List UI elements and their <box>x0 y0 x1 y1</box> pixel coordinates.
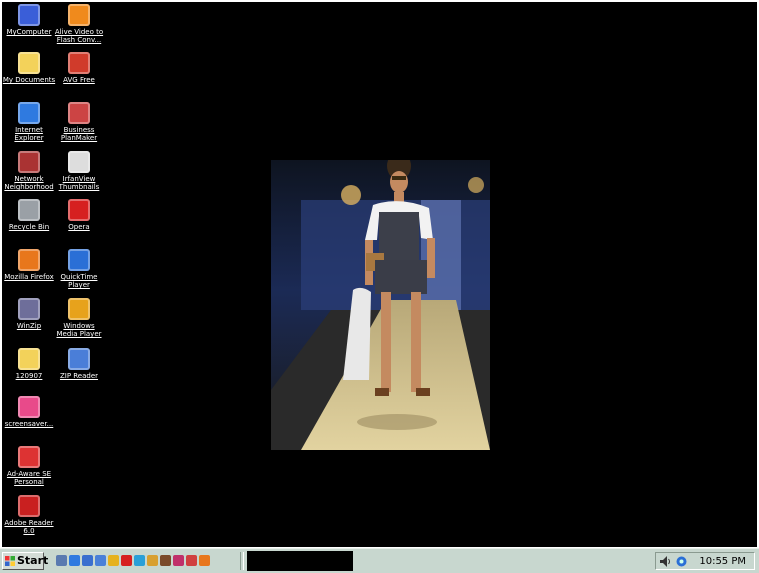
taskbar: Start 10:55 PM <box>0 548 759 573</box>
desktop-icon[interactable]: QuickTime Player <box>52 249 106 289</box>
desktop-icon-label: Mozilla Firefox <box>4 273 54 281</box>
desktop-icon[interactable]: Adobe Reader 6.0 <box>2 495 56 535</box>
screensaver-icon <box>18 396 40 418</box>
start-button[interactable]: Start <box>2 552 48 570</box>
clock[interactable]: 10:55 PM <box>699 556 746 567</box>
folder-icon <box>18 348 40 370</box>
desktop-icon[interactable]: 120907 <box>2 348 56 380</box>
flash-converter-icon <box>68 4 90 26</box>
desktop-icon-label: WinZip <box>16 322 42 330</box>
folder-icon[interactable] <box>147 555 158 566</box>
desktop-icon[interactable]: Windows Media Player <box>52 298 106 338</box>
desktop-icon[interactable]: AVG Free <box>52 52 106 84</box>
desktop-icon[interactable]: Opera <box>52 199 106 231</box>
desktop-icon-label: Ad-Aware SE Personal <box>6 470 52 486</box>
desktop-icon-label: My Documents <box>2 76 56 84</box>
desktop-icon[interactable]: WinZip <box>2 298 56 330</box>
screen: MyComputer Alive Video to Flash Conv... My… <box>0 0 759 573</box>
desktop-icon-label: screensaver... <box>4 420 54 428</box>
outlook-icon[interactable] <box>82 555 93 566</box>
desktop-icon[interactable]: Mozilla Firefox <box>2 249 56 281</box>
folder-icon <box>18 52 40 74</box>
start-label: Start <box>17 554 49 567</box>
desktop-icon-label: Network Neighborhood <box>4 175 54 191</box>
desktop-icon[interactable]: Alive Video to Flash Conv... <box>52 4 106 44</box>
recycle-bin-icon <box>18 199 40 221</box>
adaware-icon <box>18 446 40 468</box>
quicktime-icon <box>68 249 90 271</box>
desktop-icon[interactable]: Ad-Aware SE Personal <box>2 446 56 486</box>
taskbar-window-button[interactable] <box>247 551 353 571</box>
desktop-icon-label: Business PlanMaker <box>60 126 98 142</box>
irfanview-icon <box>68 151 90 173</box>
taskbar-separator <box>240 552 244 570</box>
planmaker-icon <box>68 102 90 124</box>
firefox-icon <box>18 249 40 271</box>
opera-icon[interactable] <box>121 555 132 566</box>
desktop-icon[interactable]: Recycle Bin <box>2 199 56 231</box>
volume-icon[interactable] <box>660 556 672 567</box>
network-status-icon[interactable] <box>675 556 688 567</box>
avg-icon <box>68 52 90 74</box>
windows-flag-icon <box>5 556 15 566</box>
network-icon[interactable] <box>134 555 145 566</box>
desktop-icon[interactable]: screensaver... <box>2 396 56 428</box>
show-desktop-icon[interactable] <box>56 555 67 566</box>
wallpaper-runway-photo <box>271 160 490 450</box>
chrome-icon[interactable] <box>108 555 119 566</box>
desktop-icon[interactable]: IrfanView Thumbnails <box>52 151 106 191</box>
desktop-icon[interactable]: Business PlanMaker <box>52 102 106 142</box>
desktop[interactable]: MyComputer Alive Video to Flash Conv... My… <box>2 2 757 547</box>
desktop-icon-label: Internet Explorer <box>14 126 44 142</box>
network-icon <box>18 151 40 173</box>
desktop-icon-label: ZIP Reader <box>59 372 99 380</box>
desktop-icon-label: QuickTime Player <box>60 273 98 289</box>
arrow-icon[interactable] <box>186 555 197 566</box>
firefox-icon[interactable] <box>199 555 210 566</box>
winzip-icon <box>18 298 40 320</box>
record-icon[interactable] <box>173 555 184 566</box>
desktop-icon-label: Opera <box>68 223 90 231</box>
desktop-icon-label: Alive Video to Flash Conv... <box>54 28 104 44</box>
desktop-icon[interactable]: MyComputer <box>2 4 56 36</box>
irfanview-icon[interactable] <box>160 555 171 566</box>
desktop-icon-label: IrfanView Thumbnails <box>58 175 100 191</box>
media-icon[interactable] <box>95 555 106 566</box>
internet-explorer-icon[interactable] <box>69 555 80 566</box>
media-player-icon <box>68 298 90 320</box>
desktop-icon[interactable]: Network Neighborhood <box>2 151 56 191</box>
desktop-icon-label: 120907 <box>15 372 43 380</box>
desktop-icon-label: Windows Media Player <box>56 322 102 338</box>
opera-icon <box>68 199 90 221</box>
my-computer-icon <box>18 4 40 26</box>
desktop-icon-label: Adobe Reader 6.0 <box>4 519 54 535</box>
desktop-icon[interactable]: Internet Explorer <box>2 102 56 142</box>
internet-explorer-icon <box>18 102 40 124</box>
desktop-icon-label: MyComputer <box>6 28 52 36</box>
desktop-icon-label: AVG Free <box>63 76 95 84</box>
desktop-icon-label: Recycle Bin <box>8 223 50 231</box>
adobe-reader-icon <box>18 495 40 517</box>
desktop-icon[interactable]: My Documents <box>2 52 56 84</box>
zip-reader-icon <box>68 348 90 370</box>
system-tray: 10:55 PM <box>655 552 755 570</box>
desktop-icon[interactable]: ZIP Reader <box>52 348 106 380</box>
